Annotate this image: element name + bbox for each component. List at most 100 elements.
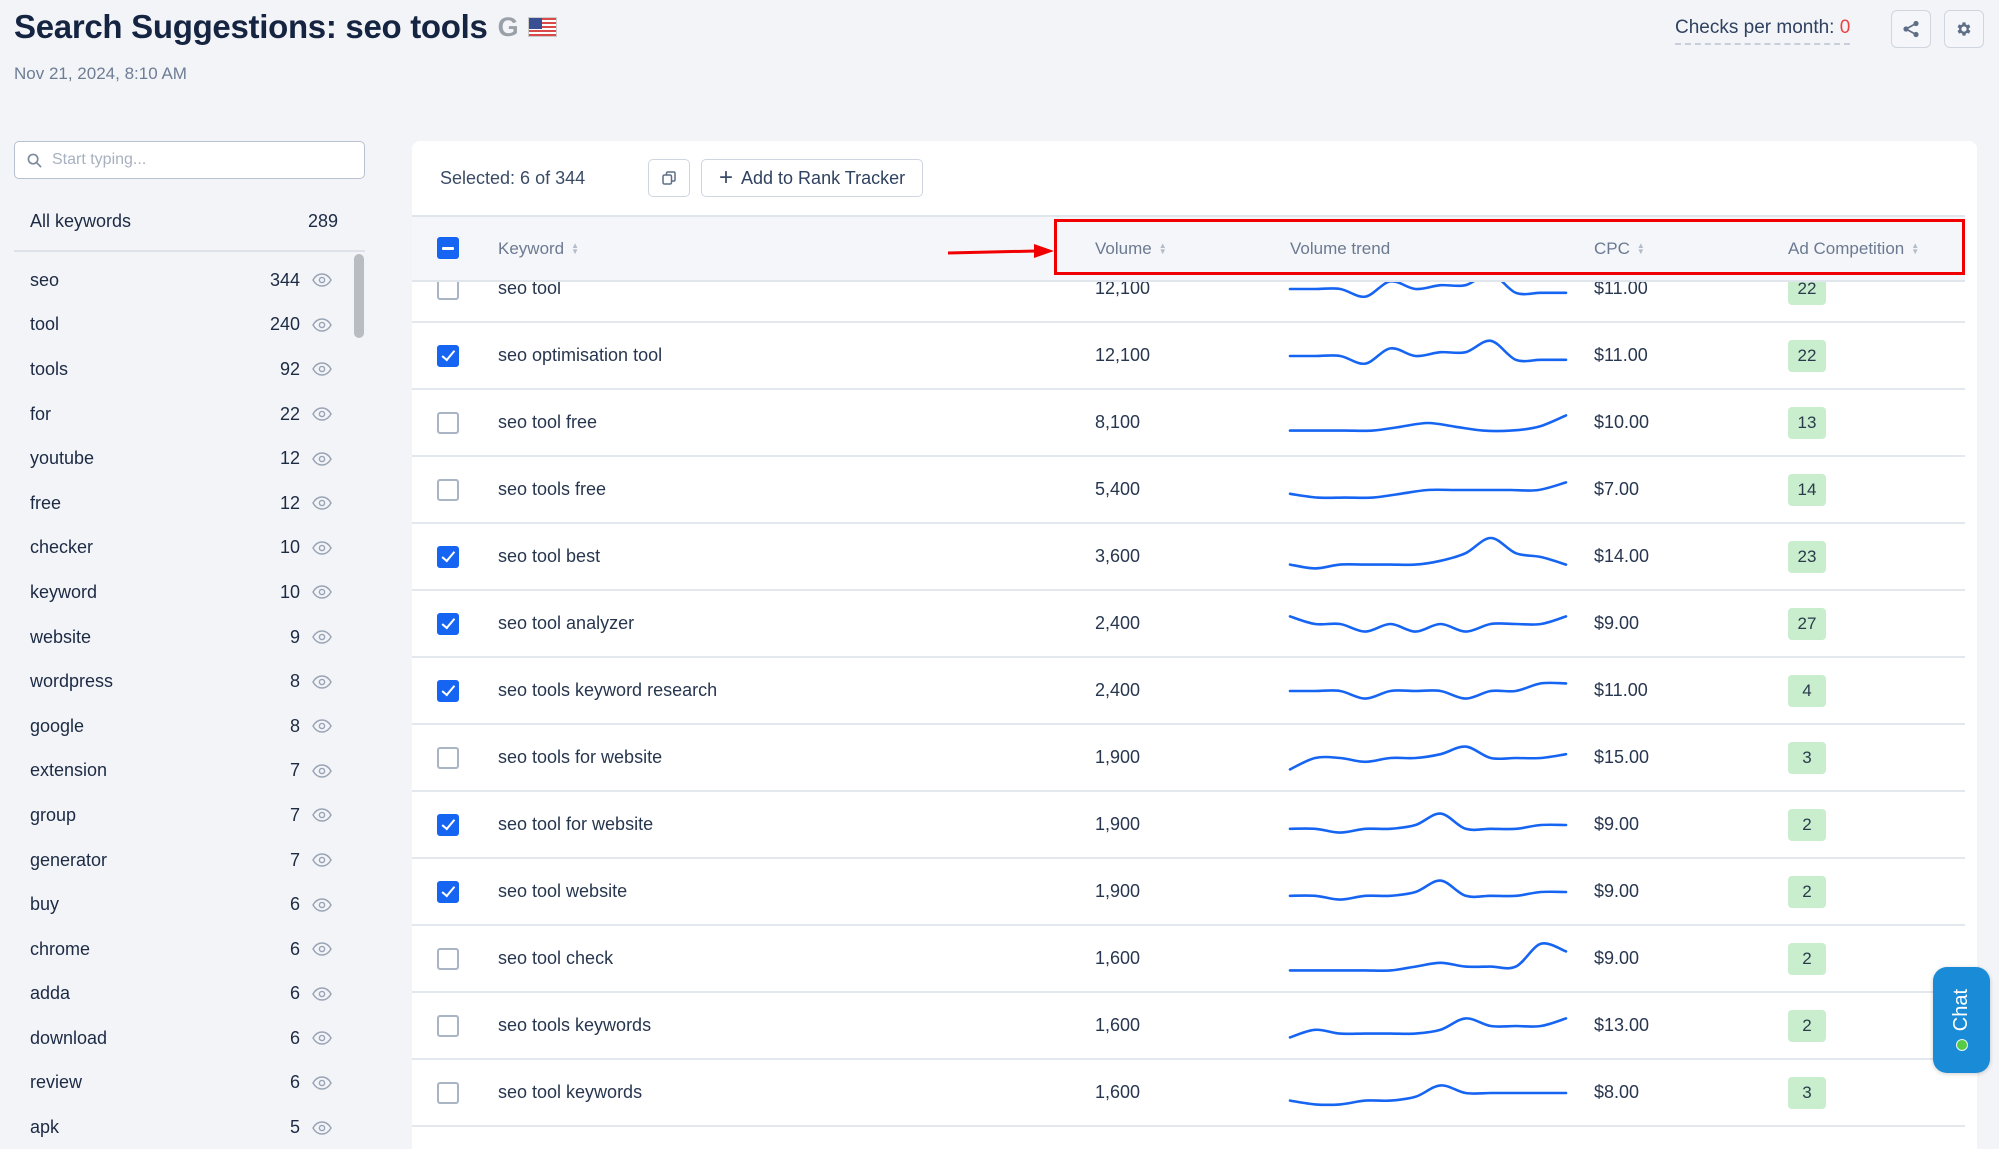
eye-icon[interactable]: [312, 808, 334, 823]
ad-competition-badge: 2: [1788, 808, 1826, 841]
row-checkbox[interactable]: [437, 679, 459, 702]
select-all-checkbox[interactable]: [437, 237, 459, 259]
sidebar-item-keyword[interactable]: keyword 10: [14, 570, 334, 615]
sparkline-path: [1288, 282, 1568, 298]
row-checkbox[interactable]: [437, 1081, 459, 1104]
checks-per-month[interactable]: Checks per month: 0: [1675, 17, 1851, 45]
chat-button[interactable]: Chat: [1933, 967, 1990, 1073]
sidebar-item-download[interactable]: download 6: [14, 1016, 334, 1061]
copy-button[interactable]: [648, 159, 690, 197]
eye-icon[interactable]: [312, 853, 334, 867]
row-checkbox[interactable]: [437, 880, 459, 903]
checks-label: Checks per month:: [1675, 17, 1840, 38]
sidebar-item-buy[interactable]: buy 6: [14, 882, 334, 927]
row-checkbox[interactable]: [437, 612, 459, 635]
eye-icon[interactable]: [312, 764, 334, 778]
sidebar-item-wordpress[interactable]: wordpress 8: [14, 659, 334, 704]
table-row: seo tool check 1,600 $9.00 2: [412, 926, 1965, 993]
page-title: Search Suggestions: seo tools G: [14, 8, 558, 46]
eye-icon[interactable]: [312, 674, 334, 689]
add-to-rank-tracker-button[interactable]: + Add to Rank Tracker: [701, 159, 924, 197]
sparkline-path: [1288, 614, 1568, 633]
all-keywords-item[interactable]: All keywords 289: [30, 211, 338, 232]
keyword-cell[interactable]: seo tool analyzer: [498, 591, 634, 656]
keyword-cell[interactable]: seo tool keywords: [498, 1060, 642, 1125]
sidebar-item-apk[interactable]: apk 5: [14, 1105, 334, 1149]
eye-icon[interactable]: [312, 1120, 334, 1135]
keyword-cell[interactable]: seo tools keywords: [498, 993, 651, 1058]
keyword-filter-search[interactable]: [14, 141, 365, 179]
sidebar-item-group[interactable]: group 7: [14, 793, 334, 838]
sidebar-item-checker[interactable]: checker 10: [14, 526, 334, 571]
keyword-cell[interactable]: seo tool free: [498, 390, 597, 455]
eye-icon[interactable]: [312, 987, 334, 1001]
eye-icon[interactable]: [312, 451, 334, 466]
volume-trend-sparkline: [1288, 480, 1568, 499]
sidebar-scrollbar[interactable]: [354, 254, 364, 338]
sidebar-item-count: 7: [289, 760, 300, 781]
sidebar-item-label: for: [30, 403, 52, 424]
keyword-cell[interactable]: seo tool check: [498, 926, 613, 991]
eye-icon[interactable]: [312, 1076, 334, 1090]
sidebar-item-youtube[interactable]: youtube 12: [14, 436, 334, 481]
row-checkbox[interactable]: [437, 746, 459, 769]
sidebar-item-google[interactable]: google 8: [14, 704, 334, 749]
row-checkbox[interactable]: [437, 545, 459, 568]
sidebar-item-label: google: [30, 715, 85, 736]
keyword-cell[interactable]: seo optimisation tool: [498, 323, 662, 388]
sidebar-item-free[interactable]: free 12: [14, 481, 334, 526]
eye-icon[interactable]: [312, 942, 334, 956]
cpc-cell: $9.00: [1594, 881, 1640, 901]
keyword-cell[interactable]: seo tool best: [498, 524, 600, 589]
row-checkbox[interactable]: [437, 282, 459, 300]
sidebar-item-chrome[interactable]: chrome 6: [14, 927, 334, 972]
eye-icon[interactable]: [312, 496, 334, 510]
eye-icon[interactable]: [312, 541, 334, 555]
row-checkbox[interactable]: [437, 813, 459, 836]
eye-icon[interactable]: [312, 318, 334, 332]
table-row: seo tool keywords 1,600 $8.00 3: [412, 1060, 1965, 1127]
keyword-cell[interactable]: seo tool website: [498, 859, 627, 924]
eye-icon[interactable]: [312, 362, 334, 377]
eye-icon[interactable]: [312, 1031, 334, 1046]
eye-icon[interactable]: [312, 273, 334, 287]
keyword-cell[interactable]: seo tool: [498, 282, 561, 321]
sidebar-item-generator[interactable]: generator 7: [14, 838, 334, 883]
sidebar-item-tools[interactable]: tools 92: [14, 347, 334, 392]
copy-icon: [662, 171, 676, 185]
all-keywords-count: 289: [307, 211, 338, 231]
search-input[interactable]: [52, 151, 342, 169]
table-row: seo tools keywords 1,600 $13.00 2: [412, 993, 1965, 1060]
row-checkbox[interactable]: [437, 478, 459, 501]
keyword-cell[interactable]: seo tools for website: [498, 725, 662, 790]
volume-cell: 2,400: [1095, 613, 1141, 633]
keyword-cell[interactable]: seo tools free: [498, 457, 606, 522]
sidebar-item-tool[interactable]: tool 240: [14, 303, 334, 348]
keyword-cell[interactable]: seo tools keyword research: [498, 658, 717, 723]
volume-trend-sparkline: [1288, 338, 1568, 365]
eye-icon[interactable]: [312, 897, 334, 912]
volume-trend-sparkline: [1288, 878, 1568, 901]
eye-icon[interactable]: [312, 585, 334, 600]
sidebar-item-for[interactable]: for 22: [14, 392, 334, 437]
row-checkbox[interactable]: [437, 344, 459, 367]
sparkline-path: [1288, 536, 1568, 570]
chat-label: Chat: [1950, 988, 1972, 1032]
sidebar-item-seo[interactable]: seo 344: [14, 258, 334, 303]
sidebar-item-extension[interactable]: extension 7: [14, 749, 334, 794]
settings-button[interactable]: [1944, 10, 1984, 48]
sidebar-item-website[interactable]: website 9: [14, 615, 334, 660]
column-header-keyword[interactable]: Keyword ▲ ▼: [498, 217, 579, 280]
share-button[interactable]: [1891, 10, 1931, 48]
sidebar-item-adda[interactable]: adda 6: [14, 972, 334, 1017]
sidebar-item-review[interactable]: review 6: [14, 1061, 334, 1106]
eye-icon[interactable]: [312, 719, 334, 733]
keyword-cell[interactable]: seo tool for website: [498, 792, 653, 857]
eye-icon[interactable]: [312, 630, 334, 644]
sidebar-item-label: apk: [30, 1117, 60, 1138]
row-checkbox[interactable]: [437, 1014, 459, 1037]
eye-icon[interactable]: [312, 407, 334, 421]
row-checkbox[interactable]: [437, 411, 459, 434]
row-checkbox[interactable]: [437, 947, 459, 970]
sidebar-item-label: tool: [30, 314, 60, 335]
